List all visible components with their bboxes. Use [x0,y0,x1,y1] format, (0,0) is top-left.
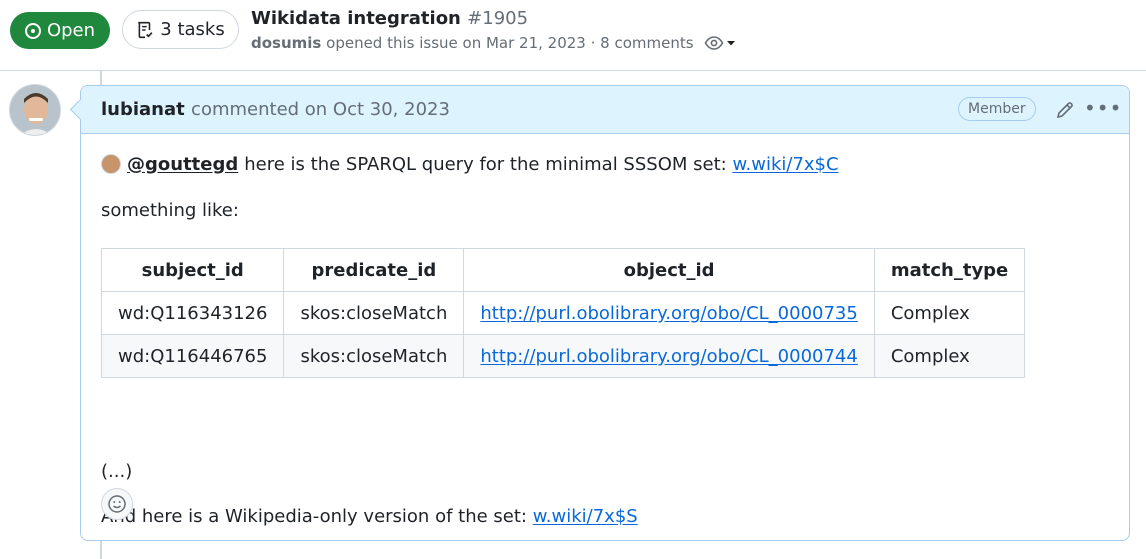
issue-opened-text: opened this issue on Mar 21, 2023 · 8 co… [326,34,694,52]
table-header-cell: subject_id [100,248,285,292]
table-cell: skos:closeMatch [283,334,465,378]
edit-pencil-icon[interactable] [1055,100,1075,120]
issue-state-label: Open [46,20,96,41]
object-id-link[interactable]: http://purl.obolibrary.org/obo/CL_000073… [480,303,857,324]
mention-link[interactable]: @gouttegd [127,154,238,175]
paragraph-1-text: here is the SPARQL query for the minimal… [244,153,727,175]
paragraph-4-text: And here is a Wikipedia-only version of … [101,506,527,527]
caret-down-icon [726,41,735,46]
comment-author-link[interactable]: lubianat [101,99,185,120]
tasks-button[interactable]: 3 tasks [122,10,239,49]
mention-avatar [101,154,121,174]
issue-state-badge: Open [10,12,110,49]
sssom-table: subject_id predicate_id object_id match_… [100,248,1026,378]
table-cell: wd:Q116343126 [100,291,285,335]
comment-body: @gouttegd here is the SPARQL query for t… [100,148,1111,527]
issue-opener-link[interactable]: dosumis [251,34,321,52]
avatar-image [10,85,60,135]
comment-box: lubianat commented on Oct 30, 2023 Membe… [80,85,1130,541]
issue-title-text: Wikidata integration [251,8,461,29]
sparql-link[interactable]: w.wiki/7x$C [732,154,838,175]
comment-paragraph-3: (...) [101,461,133,482]
issue-number: #1905 [467,8,529,29]
eye-icon [704,36,723,50]
table-cell: Complex [873,334,1026,378]
smiley-icon [108,495,126,513]
table-header-row: subject_id predicate_id object_id match_… [100,248,1026,292]
comment-paragraph-2: something like: [101,200,239,221]
object-id-link[interactable]: http://purl.obolibrary.org/obo/CL_000074… [480,346,857,367]
tasks-label: 3 tasks [160,19,225,40]
table-header-cell: predicate_id [283,248,465,292]
more-options-icon[interactable]: ••• [1084,98,1122,118]
subscribe-dropdown[interactable] [704,35,736,51]
member-badge: Member [958,97,1036,121]
table-cell: http://purl.obolibrary.org/obo/CL_000074… [463,334,875,378]
table-cell: skos:closeMatch [283,291,465,335]
table-header-cell: object_id [463,248,875,292]
tasklist-icon [138,21,153,38]
issue-header: Open 3 tasks Wikidata integration #1905 … [0,0,1146,71]
table-cell: http://purl.obolibrary.org/obo/CL_000073… [463,291,875,335]
table-cell: wd:Q116446765 [100,334,285,378]
issue-meta: dosumis opened this issue on Mar 21, 202… [251,34,736,52]
comment-paragraph-4: And here is a Wikipedia-only version of … [101,506,638,527]
add-reaction-button[interactable] [101,488,133,520]
comment-author: lubianat commented on Oct 30, 2023 [101,99,450,120]
comment-header: lubianat commented on Oct 30, 2023 Membe… [81,86,1129,134]
issue-open-icon [24,22,41,39]
table-row: wd:Q116343126 skos:closeMatch http://pur… [100,291,1026,335]
issue-title: Wikidata integration #1905 [251,8,528,29]
comment-timestamp[interactable]: commented on Oct 30, 2023 [191,99,450,120]
table-row: wd:Q116446765 skos:closeMatch http://pur… [100,334,1026,378]
wikipedia-set-link[interactable]: w.wiki/7x$S [533,506,638,527]
table-cell: Complex [873,291,1026,335]
comment-paragraph-1: @gouttegd here is the SPARQL query for t… [101,148,1111,180]
table-header-cell: match_type [873,248,1026,292]
author-avatar[interactable] [9,84,61,136]
